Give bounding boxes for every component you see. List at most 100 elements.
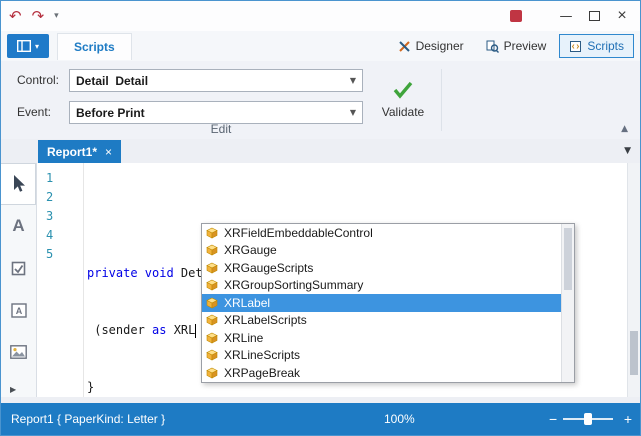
chevron-down-icon[interactable]: ▼ bbox=[344, 108, 362, 117]
view-tab-label: Designer bbox=[416, 39, 464, 53]
undo-icon[interactable]: ↶ bbox=[9, 9, 22, 24]
identifier: } bbox=[87, 380, 94, 394]
app-menu-button[interactable]: ▾ bbox=[7, 34, 49, 58]
completion-item-label: XRLine bbox=[224, 331, 263, 345]
completion-item[interactable]: XRGroupSortingSummary bbox=[202, 277, 561, 295]
completion-item[interactable]: XRLineScripts bbox=[202, 347, 561, 365]
control-combobox[interactable]: Detail Detail ▼ bbox=[69, 69, 363, 92]
app-window: ↶ ↷ ▾ — × ▾ Scripts Designer Preview bbox=[0, 0, 641, 436]
zoom-in-button[interactable]: + bbox=[624, 403, 632, 435]
checkbox-icon bbox=[11, 261, 26, 276]
label-tool-icon: A bbox=[12, 216, 24, 236]
event-combobox-value: Before Print bbox=[70, 106, 344, 120]
identifier: XRL bbox=[166, 323, 195, 337]
ribbon-tab-row: ▾ Scripts Designer Preview Scripts bbox=[1, 31, 640, 61]
close-tab-icon[interactable]: × bbox=[105, 145, 112, 159]
scrollbar-thumb[interactable] bbox=[630, 331, 638, 375]
ribbon-group-edit: Control: Detail Detail ▼ Event: Before P… bbox=[1, 61, 640, 140]
class-icon bbox=[206, 332, 218, 344]
completion-item-label: XRGaugeScripts bbox=[224, 261, 313, 275]
ribbon-collapse-icon[interactable]: ▲ bbox=[621, 124, 628, 134]
completion-item[interactable]: XRFieldEmbeddableControl bbox=[202, 224, 561, 242]
line-number-gutter: 1 2 3 4 5 bbox=[37, 169, 81, 264]
view-tab-label: Scripts bbox=[587, 39, 624, 53]
completion-item-selected[interactable]: XRLabel bbox=[202, 294, 561, 312]
tool-pointer[interactable] bbox=[1, 163, 36, 205]
line-number: 5 bbox=[46, 245, 81, 264]
editor-vertical-scrollbar[interactable] bbox=[627, 163, 640, 397]
tool-picture[interactable] bbox=[1, 331, 36, 373]
class-icon bbox=[206, 367, 218, 379]
completion-item[interactable]: XRGauge bbox=[202, 242, 561, 260]
class-icon bbox=[206, 349, 218, 361]
control-combobox-value: Detail Detail bbox=[70, 74, 344, 88]
class-icon bbox=[206, 244, 218, 256]
keyword: as bbox=[152, 323, 166, 337]
popup-scrollbar[interactable] bbox=[561, 224, 574, 382]
toolbox-more-icon[interactable]: ▶ bbox=[10, 385, 16, 394]
scrollbar-thumb[interactable] bbox=[564, 228, 572, 290]
chevron-down-icon[interactable]: ▼ bbox=[344, 76, 362, 85]
completion-item-label: XRPageBreak bbox=[224, 366, 300, 380]
line-number: 1 bbox=[46, 169, 81, 188]
line-number: 4 bbox=[46, 226, 81, 245]
completion-item[interactable]: XRGaugeScripts bbox=[202, 259, 561, 277]
completion-item-label: XRLabel bbox=[224, 296, 270, 310]
tool-label[interactable]: A bbox=[1, 205, 36, 247]
keyword: private void bbox=[87, 266, 181, 280]
zoom-percentage: 100% bbox=[384, 403, 415, 435]
class-icon bbox=[206, 227, 218, 239]
class-icon bbox=[206, 297, 218, 309]
event-label: Event: bbox=[17, 101, 51, 124]
titlebar: ↶ ↷ ▾ — × bbox=[1, 1, 640, 32]
svg-text:A: A bbox=[15, 306, 22, 316]
event-combobox[interactable]: Before Print ▼ bbox=[69, 101, 363, 124]
status-report-info: Report1 { PaperKind: Letter } bbox=[11, 403, 165, 435]
close-button[interactable]: × bbox=[608, 3, 636, 29]
tool-richtext[interactable]: A bbox=[1, 289, 36, 331]
class-icon bbox=[206, 262, 218, 274]
identifier: (sender bbox=[87, 323, 152, 337]
completion-item-label: XRLabelScripts bbox=[224, 313, 307, 327]
ribbon-group-caption: Edit bbox=[1, 122, 441, 136]
zoom-slider[interactable] bbox=[563, 418, 613, 420]
ribbon-group-separator bbox=[441, 69, 442, 131]
class-icon bbox=[206, 314, 218, 326]
line-number: 2 bbox=[46, 188, 81, 207]
tool-checkbox[interactable] bbox=[1, 247, 36, 289]
validate-label: Validate bbox=[382, 105, 424, 119]
check-icon bbox=[392, 80, 414, 100]
minimize-button[interactable]: — bbox=[552, 3, 580, 29]
autocomplete-popup: XRFieldEmbeddableControl XRGauge XRGauge… bbox=[201, 223, 575, 383]
document-tab-report1[interactable]: Report1* × bbox=[38, 140, 121, 163]
view-tab-preview[interactable]: Preview bbox=[477, 34, 556, 58]
line-number: 3 bbox=[46, 207, 81, 226]
text-caret bbox=[195, 324, 196, 338]
app-menu-icon bbox=[17, 40, 31, 52]
window-controls: — × bbox=[510, 1, 636, 31]
control-label: Control: bbox=[17, 69, 59, 92]
view-tab-designer[interactable]: Designer bbox=[389, 34, 473, 58]
app-logo-icon bbox=[510, 10, 522, 22]
zoom-out-button[interactable]: − bbox=[549, 403, 557, 435]
completion-item[interactable]: XRPageBreak bbox=[202, 364, 561, 382]
view-tab-label: Preview bbox=[504, 39, 547, 53]
qat-customize-icon[interactable]: ▾ bbox=[54, 11, 59, 21]
redo-icon[interactable]: ↷ bbox=[32, 9, 45, 24]
autocomplete-list: XRFieldEmbeddableControl XRGauge XRGauge… bbox=[202, 224, 561, 382]
richtext-icon: A bbox=[11, 303, 27, 318]
ribbon-tab-scripts[interactable]: Scripts bbox=[57, 33, 132, 60]
view-tab-scripts[interactable]: Scripts bbox=[559, 34, 634, 58]
zoom-slider-thumb[interactable] bbox=[584, 413, 592, 425]
document-tab-bar: Report1* × ▼ bbox=[1, 139, 640, 163]
pointer-icon bbox=[9, 174, 27, 194]
completion-item-label: XRLineScripts bbox=[224, 348, 300, 362]
tab-list-dropdown-icon[interactable]: ▼ bbox=[624, 146, 631, 156]
maximize-button[interactable] bbox=[580, 3, 608, 29]
gutter-separator bbox=[83, 163, 84, 397]
designer-icon bbox=[398, 40, 411, 53]
statusbar: Report1 { PaperKind: Letter } 100% − + bbox=[1, 403, 640, 435]
picture-icon bbox=[10, 345, 27, 359]
completion-item[interactable]: XRLabelScripts bbox=[202, 312, 561, 330]
completion-item[interactable]: XRLine bbox=[202, 329, 561, 347]
